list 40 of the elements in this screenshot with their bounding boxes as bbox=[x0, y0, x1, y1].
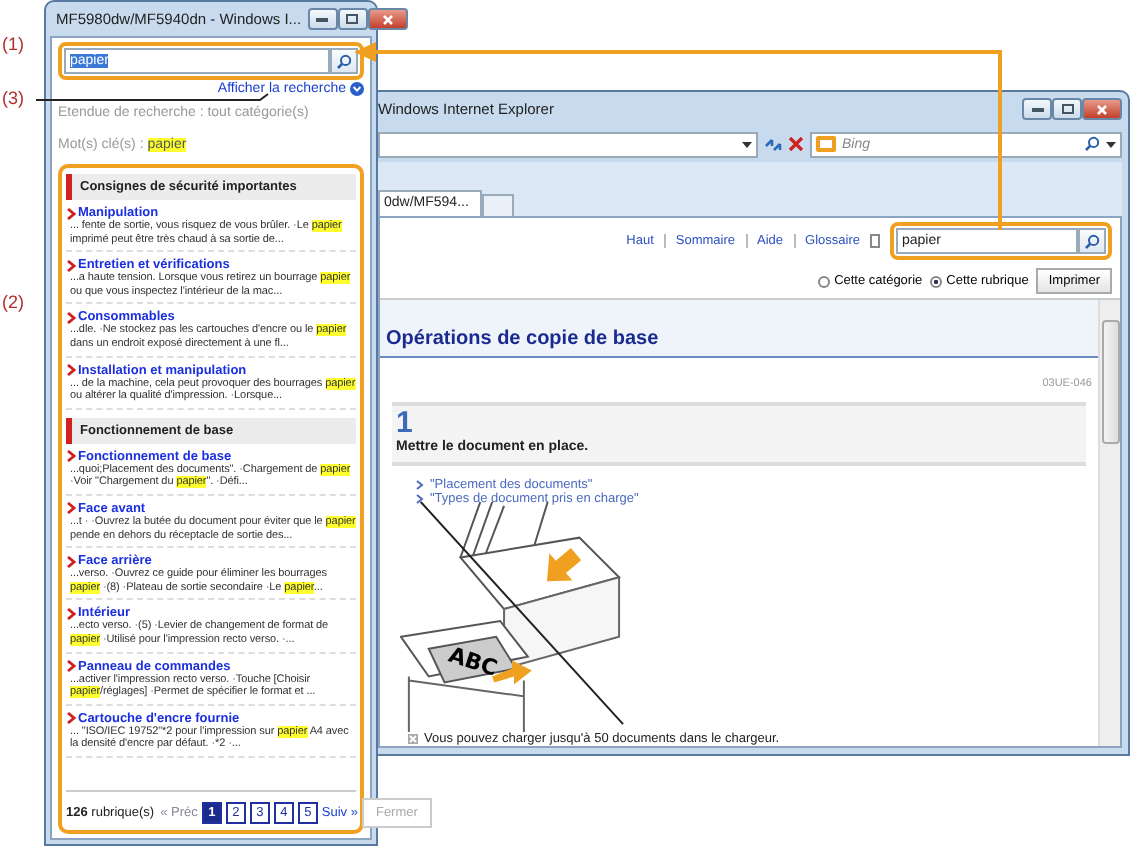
refresh-icon[interactable] bbox=[764, 135, 782, 153]
page-heading: Opérations de copie de base bbox=[380, 300, 1098, 358]
close-icon bbox=[381, 13, 394, 25]
chevron-icon bbox=[66, 555, 76, 568]
document-icon bbox=[870, 234, 880, 248]
chevron-icon bbox=[66, 207, 76, 219]
minimize-icon bbox=[1031, 106, 1043, 112]
callout-label: (3) bbox=[2, 88, 24, 108]
dropdown-icon bbox=[742, 141, 752, 147]
chevron-icon bbox=[66, 259, 76, 272]
callout-label: (1) bbox=[2, 34, 24, 54]
maximize-icon bbox=[346, 14, 359, 24]
search-button[interactable] bbox=[1078, 228, 1106, 254]
chevron-icon bbox=[66, 311, 76, 324]
close-button[interactable] bbox=[1082, 98, 1122, 120]
maximize-button[interactable] bbox=[1052, 98, 1082, 120]
maximize-button[interactable] bbox=[337, 8, 368, 30]
scrollbar[interactable] bbox=[1098, 300, 1120, 746]
minimize-icon bbox=[316, 16, 329, 22]
chevron-icon bbox=[66, 607, 76, 620]
callout-label: (2) bbox=[2, 292, 24, 312]
chevron-circle-icon bbox=[350, 82, 364, 96]
search-icon bbox=[1084, 233, 1100, 249]
close-icon bbox=[1096, 103, 1108, 115]
search-icon bbox=[336, 53, 352, 69]
minimize-button[interactable] bbox=[1022, 98, 1052, 120]
chevron-icon bbox=[66, 364, 76, 377]
step-number: 1 bbox=[396, 408, 415, 440]
minimize-button[interactable] bbox=[307, 8, 338, 30]
search-provider-icon bbox=[816, 136, 836, 152]
search-button[interactable] bbox=[330, 48, 358, 74]
chevron-icon bbox=[66, 660, 76, 672]
dropdown-icon bbox=[1106, 141, 1116, 147]
maximize-icon bbox=[1061, 104, 1073, 114]
chevron-icon bbox=[66, 450, 76, 463]
chevron-icon bbox=[66, 502, 76, 515]
chevron-icon bbox=[66, 712, 76, 725]
stop-icon[interactable] bbox=[788, 136, 804, 152]
search-icon bbox=[1084, 136, 1100, 152]
close-button[interactable] bbox=[367, 8, 408, 30]
